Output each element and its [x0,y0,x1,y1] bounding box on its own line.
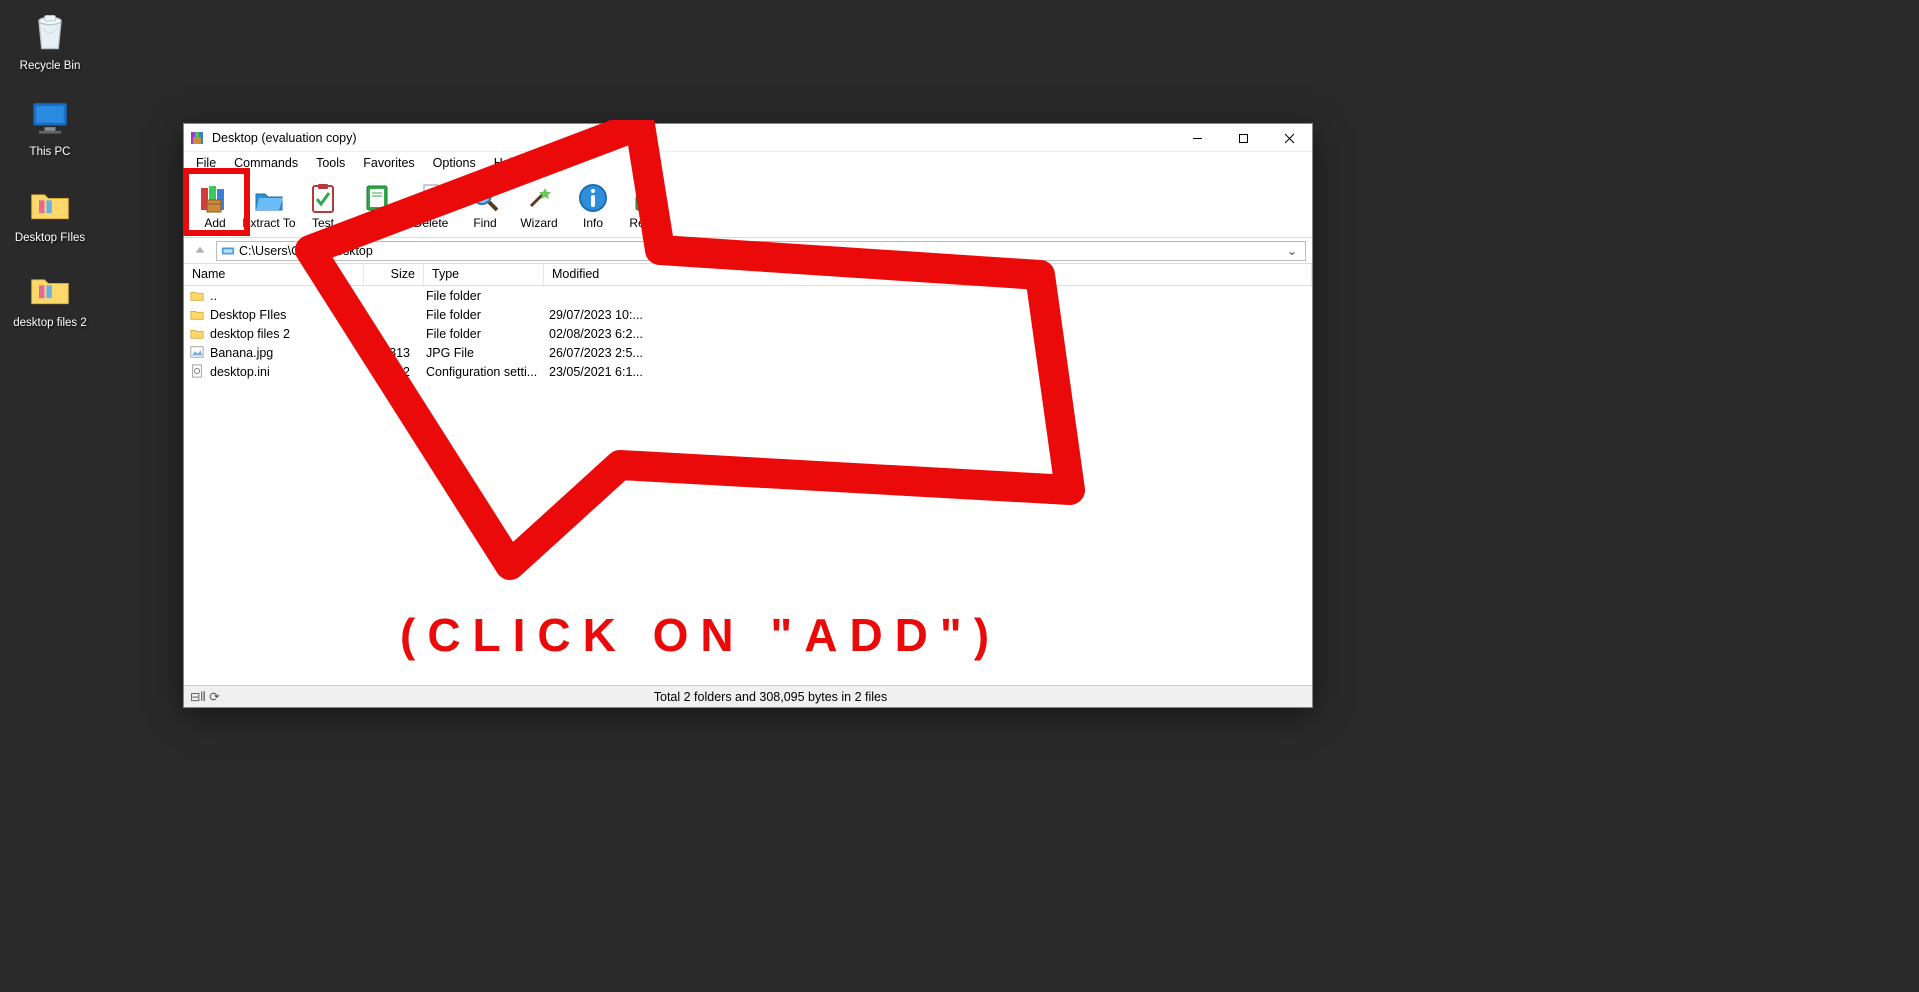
toolbar-label: Info [583,216,603,230]
toolbar-label: Test [312,216,334,230]
file-modified: 26/07/2023 2:5... [544,346,1312,360]
add-button[interactable]: Add [188,177,242,235]
menu-file[interactable]: File [188,154,224,172]
menu-favorites[interactable]: Favorites [355,154,422,172]
book-icon [361,182,393,214]
window-title: Desktop (evaluation copy) [212,131,1174,145]
toolbar-label: View [364,216,390,230]
file-name: desktop.ini [210,365,364,379]
desktop-icon-label: desktop files 2 [13,317,87,331]
shredder-icon [415,182,447,214]
menubar: File Commands Tools Favorites Options He… [184,152,1312,174]
toolbar-label: Extract To [242,216,295,230]
menu-options[interactable]: Options [425,154,484,172]
file-name: Desktop FIles [210,308,364,322]
col-type[interactable]: Type [424,264,544,285]
toolbox-icon [631,182,663,214]
menu-commands[interactable]: Commands [226,154,306,172]
status-text: Total 2 folders and 308,095 bytes in 2 f… [229,690,1312,704]
file-name: desktop files 2 [210,327,364,341]
folder-open-icon [253,182,285,214]
desktop-icon-label: This PC [30,146,71,160]
magnifier-icon [469,182,501,214]
toolbar-label: Add [204,216,225,230]
books-icon [199,182,231,214]
extract-to-button[interactable]: Extract To [242,177,296,235]
file-type: File folder [424,327,544,341]
minimize-button[interactable] [1174,124,1220,152]
file-row[interactable]: desktop.ini 282 Configuration setti... 2… [184,362,1312,381]
file-row[interactable]: desktop files 2 File folder 02/08/2023 6… [184,324,1312,343]
toolbar-label: Wizard [520,216,557,230]
folder-icon [190,307,206,323]
desktop-icon-this-pc[interactable]: This PC [10,94,90,160]
file-type: JPG File [424,346,544,360]
check-clipboard-icon [307,182,339,214]
up-button[interactable] [190,241,210,261]
toolbar-label: Delete [414,216,449,230]
delete-button[interactable]: Delete [404,177,458,235]
ini-icon [190,364,206,380]
address-bar: C:\Users\Office\Desktop ⌄ [184,238,1312,264]
window-controls [1174,124,1312,151]
col-modified[interactable]: Modified [544,264,1312,285]
titlebar[interactable]: Desktop (evaluation copy) [184,124,1312,152]
folder-icon [26,180,74,228]
list-header[interactable]: Name Size Type Modified [184,264,1312,286]
file-row[interactable]: Desktop FIles File folder 29/07/2023 10:… [184,305,1312,324]
desktop-icon-recycle-bin[interactable]: Recycle Bin [10,8,90,74]
folder-up-icon [190,288,206,304]
wizard-button[interactable]: Wizard [512,177,566,235]
file-modified: 23/05/2021 6:1... [544,365,1312,379]
col-size[interactable]: Size [364,264,424,285]
desktop-icon-folder[interactable]: desktop files 2 [10,265,90,331]
annotation-text: (CLICK ON "ADD") [400,608,1001,662]
menu-help[interactable]: Help [486,154,528,172]
file-row[interactable]: Banana.jpg 307,813 JPG File 26/07/2023 2… [184,343,1312,362]
desktop-icon-folder[interactable]: Desktop FIles [10,180,90,246]
status-bar: ⊟⫴ ⟳ Total 2 folders and 308,095 bytes i… [184,685,1312,707]
winrar-app-icon [190,130,206,146]
close-button[interactable] [1266,124,1312,152]
toolbar-label: Repair [629,216,664,230]
menu-tools[interactable]: Tools [308,154,353,172]
col-name[interactable]: Name [184,264,364,285]
folder-icon [190,326,206,342]
file-type: File folder [424,289,544,303]
test-button[interactable]: Test [296,177,350,235]
image-icon [190,345,206,361]
file-row-parent[interactable]: .. File folder [184,286,1312,305]
file-type: File folder [424,308,544,322]
info-icon [577,182,609,214]
repair-button[interactable]: Repair [620,177,674,235]
path-field[interactable]: C:\Users\Office\Desktop ⌄ [216,241,1306,261]
file-modified: 29/07/2023 10:... [544,308,1312,322]
toolbar: Add Extract To Test [184,174,1312,238]
toolbar-label: Find [473,216,496,230]
chevron-down-icon[interactable]: ⌄ [1283,243,1301,258]
file-size: 282 [364,365,424,379]
view-button[interactable]: View [350,177,404,235]
drive-icon [221,244,235,258]
file-name: Banana.jpg [210,346,364,360]
folder-icon [26,265,74,313]
info-button[interactable]: Info [566,177,620,235]
recycle-bin-icon [26,8,74,56]
maximize-button[interactable] [1220,124,1266,152]
desktop-icons-area: Recycle Bin This PC Desktop FIles [0,0,100,339]
file-type: Configuration setti... [424,365,544,379]
find-button[interactable]: Find [458,177,512,235]
wand-icon [523,182,555,214]
desktop-icon-label: Recycle Bin [20,60,81,74]
file-name: .. [210,289,364,303]
status-glyphs: ⊟⫴ ⟳ [184,689,229,705]
file-size: 307,813 [364,346,424,360]
this-pc-icon [26,94,74,142]
path-text: C:\Users\Office\Desktop [239,244,1279,258]
file-modified: 02/08/2023 6:2... [544,327,1312,341]
desktop-icon-label: Desktop FIles [15,232,85,246]
